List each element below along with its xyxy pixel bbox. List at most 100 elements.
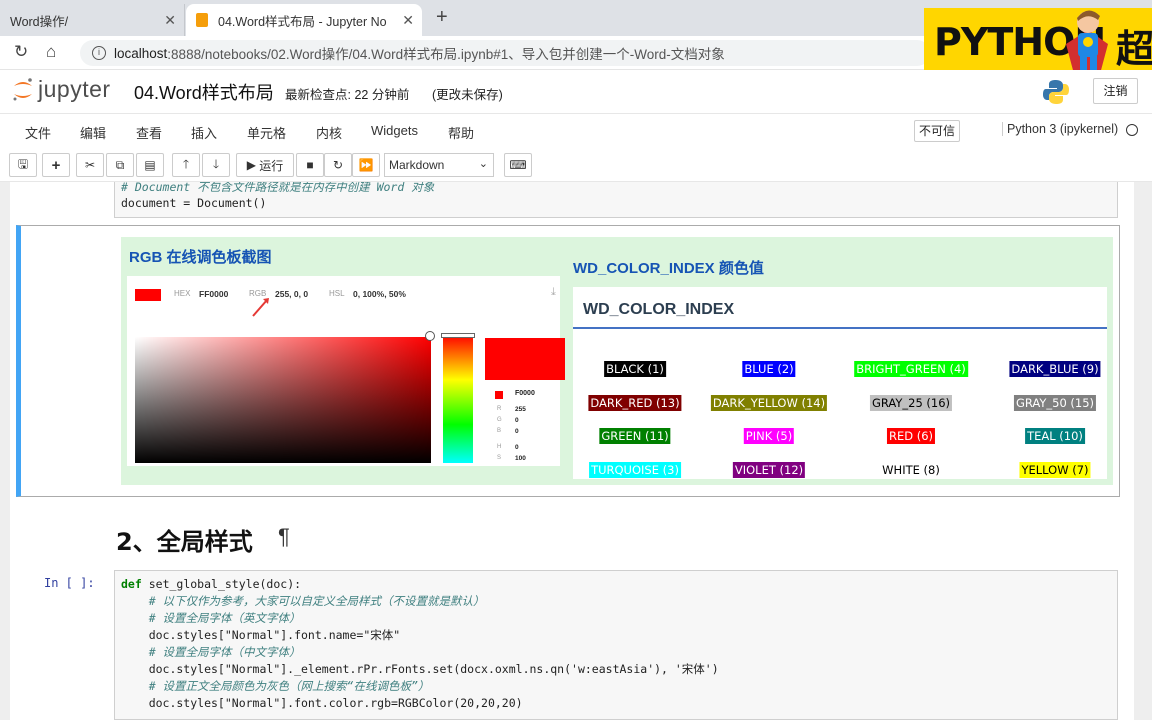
hsl-value: 0, 100%, 50% bbox=[353, 289, 406, 299]
red-pen-annotation-icon bbox=[252, 298, 269, 317]
cut-button[interactable]: ✂ bbox=[76, 153, 104, 177]
saturation-area bbox=[135, 337, 431, 463]
side-value-h: 0 bbox=[515, 444, 519, 451]
color-index-item: BRIGHT_GREEN (4) bbox=[854, 361, 968, 377]
notebook-title[interactable]: 04.Word样式布局 bbox=[134, 79, 274, 105]
restart-icon: ↻ bbox=[332, 158, 344, 172]
color-index-item: YELLOW (7) bbox=[1019, 462, 1091, 478]
restart-button[interactable]: ↻ bbox=[324, 153, 352, 177]
color-index-item: TURQUOISE (3) bbox=[589, 462, 681, 478]
side-label-g: G bbox=[497, 417, 502, 423]
side-label-s: S bbox=[497, 455, 502, 461]
code-cell[interactable]: # Document 不包含文件路径就是在内存中创建 Word 对象 docum… bbox=[114, 182, 1118, 218]
arrow-up-icon: 🡑 bbox=[182, 156, 190, 171]
cell-type-value: Markdown bbox=[389, 158, 445, 172]
notebook-area: # Document 不包含文件路径就是在内存中创建 Word 对象 docum… bbox=[0, 182, 1152, 720]
copy-icon: ⧉ bbox=[115, 157, 125, 172]
color-picker-screenshot: HEX FF0000 RGB 255, 0, 0 HSL 0, 100%, 50… bbox=[127, 276, 565, 466]
copy-button[interactable]: ⧉ bbox=[106, 153, 134, 177]
wd-color-index-title: WD_COLOR_INDEX 颜色值 bbox=[573, 260, 764, 277]
info-icon[interactable]: i bbox=[92, 46, 106, 60]
url-path: :8888/notebooks/02.Word操作/04.Word样式布局.ip… bbox=[167, 47, 725, 62]
python-logo-icon bbox=[1043, 80, 1069, 104]
toolbar: 🖫 + ✂ ⧉ ▤ 🡑 🡓 ▶ 运行 ■ ↻ ⏩ Markdown ⌄ ⌨ bbox=[0, 148, 1152, 182]
color-index-item: BLACK (1) bbox=[604, 361, 666, 377]
interrupt-button[interactable]: ■ bbox=[296, 153, 324, 177]
browser-tab-notebook[interactable]: 04.Word样式布局 - Jupyter No ✕ bbox=[186, 4, 422, 36]
code-comment: # 设置正文全局颜色为灰色（网上搜索“在线调色板”） bbox=[121, 679, 430, 693]
jupyter-logo[interactable]: jupyter bbox=[12, 76, 111, 103]
cell-prompt: In [ ]: bbox=[44, 576, 95, 590]
kernel-name[interactable]: Python 3 (ipykernel) bbox=[1002, 122, 1118, 136]
menu-help[interactable]: 帮助 bbox=[448, 123, 474, 142]
run-label: 运行 bbox=[259, 158, 284, 173]
wd-color-index-header: WD_COLOR_INDEX bbox=[583, 301, 735, 318]
menu-insert[interactable]: 插入 bbox=[191, 123, 217, 142]
rgb-value: 255, 0, 0 bbox=[275, 289, 309, 299]
insert-cell-button[interactable]: + bbox=[42, 153, 70, 177]
color-index-item: GRAY_50 (15) bbox=[1013, 395, 1097, 411]
side-hex: F0000 bbox=[515, 390, 535, 397]
color-index-item: DARK_RED (13) bbox=[588, 395, 682, 411]
url-field[interactable]: i localhost:8888/notebooks/02.Word操作/04.… bbox=[80, 40, 930, 66]
menu-widgets[interactable]: Widgets bbox=[371, 123, 418, 138]
side-value-s: 100 bbox=[515, 455, 526, 462]
tab-title: Word操作/ bbox=[10, 14, 69, 29]
move-down-button[interactable]: 🡓 bbox=[202, 153, 230, 177]
side-value-r: 255 bbox=[515, 406, 526, 413]
home-icon[interactable]: ⌂ bbox=[46, 42, 56, 62]
save-button[interactable]: 🖫 bbox=[9, 153, 37, 177]
color-swatch bbox=[135, 289, 161, 301]
preview-swatch bbox=[485, 338, 565, 380]
color-index-item: TEAL (10) bbox=[1025, 428, 1085, 444]
paste-icon: ▤ bbox=[144, 158, 156, 172]
close-icon[interactable]: ✕ bbox=[402, 12, 414, 29]
run-button[interactable]: ▶ 运行 bbox=[236, 153, 294, 177]
jupyter-favicon-icon bbox=[196, 13, 208, 27]
trust-button[interactable]: 不可信 bbox=[914, 120, 960, 142]
color-index-item: BLUE (2) bbox=[742, 361, 796, 377]
menu-file[interactable]: 文件 bbox=[25, 123, 51, 142]
play-icon: ▶ bbox=[246, 158, 260, 172]
new-tab-icon[interactable]: + bbox=[436, 6, 448, 29]
cell-type-select[interactable]: Markdown ⌄ bbox=[384, 153, 494, 177]
section-heading: 2、全局样式 bbox=[116, 528, 253, 556]
markdown-cell-selected[interactable]: RGB 在线调色板截图 HEX FF0000 RGB 255, 0, 0 HSL… bbox=[16, 225, 1120, 497]
code-def-rest: set_global_style(doc): bbox=[148, 577, 302, 591]
python-banner: PYTHON 超 bbox=[924, 8, 1152, 76]
restart-run-all-button[interactable]: ⏩ bbox=[352, 153, 380, 177]
logout-button[interactable]: 注销 bbox=[1093, 78, 1138, 104]
menu-view[interactable]: 查看 bbox=[136, 123, 162, 142]
color-index-item: VIOLET (12) bbox=[732, 462, 806, 478]
anchor-link-icon[interactable]: ¶ bbox=[278, 524, 290, 550]
hex-value: FF0000 bbox=[199, 289, 229, 299]
plus-icon: + bbox=[51, 156, 61, 174]
command-palette-button[interactable]: ⌨ bbox=[504, 153, 532, 177]
unsaved-status: (更改未保存) bbox=[432, 88, 503, 102]
side-value-b: 0 bbox=[515, 428, 519, 435]
scissors-icon: ✂ bbox=[84, 158, 96, 172]
code-comment: # 以下仅作为参考，大家可以自定义全局样式（不设置就是默认） bbox=[121, 594, 485, 608]
markdown-content: RGB 在线调色板截图 HEX FF0000 RGB 255, 0, 0 HSL… bbox=[121, 237, 1113, 485]
keyboard-icon: ⌨ bbox=[509, 158, 527, 172]
menu-kernel[interactable]: 内核 bbox=[316, 123, 342, 142]
code-comment: # Document 不包含文件路径就是在内存中创建 Word 对象 bbox=[121, 182, 435, 194]
menu-cell[interactable]: 单元格 bbox=[247, 123, 286, 142]
notebook-page: # Document 不包含文件路径就是在内存中创建 Word 对象 docum… bbox=[10, 182, 1134, 720]
code-line: document = Document() bbox=[121, 196, 267, 210]
menu-edit[interactable]: 编辑 bbox=[80, 123, 106, 142]
code-line: doc.styles["Normal"].font.color.rgb=RGBC… bbox=[121, 696, 523, 710]
color-index-item: DARK_BLUE (9) bbox=[1009, 361, 1101, 377]
paste-button[interactable]: ▤ bbox=[136, 153, 164, 177]
code-cell-global-style[interactable]: def set_global_style(doc): # 以下仅作为参考，大家可… bbox=[114, 570, 1118, 720]
save-icon: 🖫 bbox=[17, 156, 29, 171]
mini-swatch bbox=[495, 391, 503, 399]
hue-slider bbox=[443, 335, 473, 463]
close-icon[interactable]: ✕ bbox=[164, 12, 176, 29]
browser-tab-word[interactable]: Word操作/ ✕ bbox=[0, 4, 185, 36]
code-line-def: def set_global_style(doc): bbox=[121, 577, 302, 591]
move-up-button[interactable]: 🡑 bbox=[172, 153, 200, 177]
color-index-item: GREEN (11) bbox=[599, 428, 671, 444]
hex-label: HEX bbox=[174, 289, 191, 298]
reload-icon[interactable]: ↻ bbox=[14, 42, 28, 62]
